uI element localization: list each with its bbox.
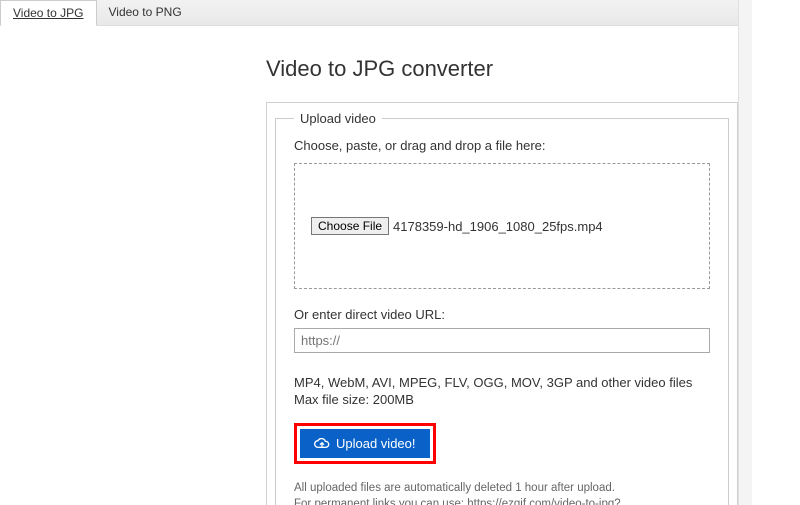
note-line2-prefix: For permanent links you can use: https:/… [294,498,621,505]
url-label: Or enter direct video URL: [294,307,710,322]
fieldset-legend: Upload video [294,111,382,126]
tab-bar: Video to JPG Video to PNG [0,0,738,26]
page-title: Video to JPG converter [266,56,738,82]
upload-video-button[interactable]: Upload video! [300,429,430,458]
url-input[interactable] [294,328,710,353]
formats-text: MP4, WebM, AVI, MPEG, FLV, OGG, MOV, 3GP… [294,375,710,390]
max-size-text: Max file size: 200MB [294,392,710,407]
upload-button-label: Upload video! [336,436,416,451]
choose-instruction: Choose, paste, or drag and drop a file h… [294,138,710,153]
upload-button-highlight: Upload video! [294,423,436,464]
cloud-upload-icon [314,438,330,450]
tab-video-to-png[interactable]: Video to PNG [97,0,194,25]
upload-fieldset: Upload video Choose, paste, or drag and … [275,111,729,505]
tab-video-to-jpg[interactable]: Video to JPG [0,0,97,26]
upload-panel: Upload video Choose, paste, or drag and … [266,102,738,505]
upload-note: All uploaded files are automatically del… [294,480,710,505]
note-line1: All uploaded files are automatically del… [294,482,615,494]
choose-file-button[interactable]: Choose File [311,217,389,235]
file-dropzone[interactable]: Choose File 4178359-hd_1906_1080_25fps.m… [294,163,710,289]
right-margin [738,0,752,505]
selected-filename: 4178359-hd_1906_1080_25fps.mp4 [393,219,603,234]
